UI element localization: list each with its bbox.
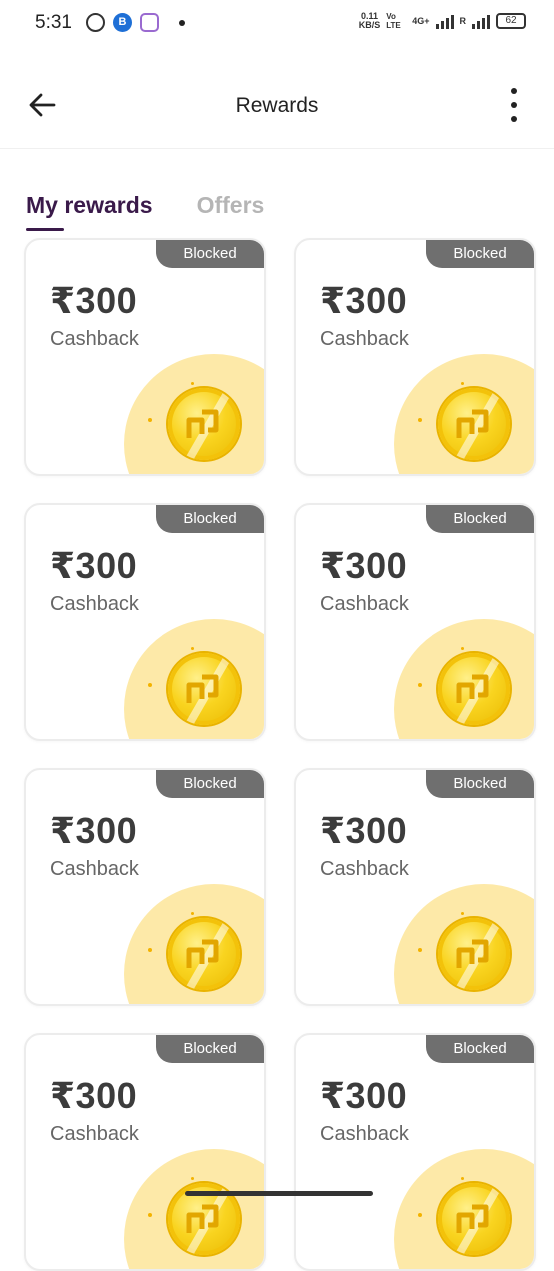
tab-my-rewards[interactable]: My rewards [26, 192, 153, 231]
coin-icon [438, 918, 510, 990]
sparkle-icon [418, 948, 422, 952]
reward-label: Cashback [320, 593, 409, 615]
coin-icon [438, 1183, 510, 1255]
network-speed: 0.11 KB/S [358, 11, 381, 30]
reward-card[interactable]: Blocked ₹300 Cashback [294, 1033, 536, 1271]
coin-icon [168, 653, 240, 725]
sparkle-icon [191, 1177, 194, 1180]
status-badge: Blocked [426, 1035, 534, 1063]
signal-icon-2 [472, 13, 490, 29]
status-badge: Blocked [426, 505, 534, 533]
reward-label: Cashback [320, 328, 409, 350]
reward-card[interactable]: Blocked ₹300 Cashback [294, 768, 536, 1006]
reward-label: Cashback [320, 858, 409, 880]
status-badge: Blocked [156, 1035, 264, 1063]
status-time: 5:31 [35, 12, 72, 33]
status-badge: Blocked [426, 240, 534, 268]
reward-amount: ₹300 [320, 810, 408, 851]
sparkle-icon [191, 647, 194, 650]
reward-amount: ₹300 [320, 280, 408, 321]
b-app-icon: B [113, 13, 132, 32]
reward-amount: ₹300 [320, 545, 408, 586]
reward-card[interactable]: Blocked ₹300 Cashback [24, 238, 266, 476]
reward-label: Cashback [50, 1123, 139, 1145]
reward-amount: ₹300 [50, 280, 138, 321]
reward-amount: ₹300 [50, 545, 138, 586]
sparkle-icon [461, 647, 464, 650]
reward-amount: ₹300 [50, 1075, 138, 1116]
more-vertical-icon [511, 88, 517, 94]
coin-icon [168, 388, 240, 460]
app-bar: Rewards [0, 60, 554, 149]
tab-offers[interactable]: Offers [197, 192, 265, 231]
system-icons: 0.11 KB/S Vo LTE 4G+ R 62 [359, 12, 526, 30]
reward-card[interactable]: Blocked ₹300 Cashback [24, 768, 266, 1006]
network-type: 4G+ [412, 16, 430, 26]
sparkle-icon [191, 912, 194, 915]
coin-icon [438, 388, 510, 460]
reward-card[interactable]: Blocked ₹300 Cashback [294, 503, 536, 741]
status-badge: Blocked [426, 770, 534, 798]
reward-amount: ₹300 [50, 810, 138, 851]
whatsapp-icon [86, 13, 105, 32]
reward-card[interactable]: Blocked ₹300 Cashback [294, 238, 536, 476]
reward-card[interactable]: Blocked ₹300 Cashback [24, 1033, 266, 1271]
sparkle-icon [461, 1177, 464, 1180]
sparkle-icon [461, 912, 464, 915]
sparkle-icon [191, 382, 194, 385]
sparkle-icon [148, 948, 152, 952]
battery-icon: 62 [496, 13, 526, 29]
notification-icons: B [86, 13, 185, 32]
reward-label: Cashback [50, 858, 139, 880]
status-bar: 5:31 B 0.11 KB/S Vo LTE 4G+ R 62 [0, 0, 554, 48]
reward-label: Cashback [50, 593, 139, 615]
sparkle-icon [461, 382, 464, 385]
sparkle-icon [148, 1213, 152, 1217]
coin-icon [438, 653, 510, 725]
coin-icon [168, 918, 240, 990]
more-options-button[interactable] [504, 88, 524, 122]
sparkle-icon [418, 1213, 422, 1217]
reward-label: Cashback [50, 328, 139, 350]
timer-app-icon [140, 13, 159, 32]
sparkle-icon [148, 418, 152, 422]
reward-label: Cashback [320, 1123, 409, 1145]
page-title: Rewards [235, 94, 319, 117]
roaming-icon: R [459, 16, 467, 26]
tab-bar: My rewards Offers [26, 192, 264, 231]
more-notifications-dot-icon [179, 19, 185, 26]
reward-amount: ₹300 [320, 1075, 408, 1116]
reward-card[interactable]: Blocked ₹300 Cashback [24, 503, 266, 741]
home-indicator[interactable] [185, 1191, 373, 1196]
status-badge: Blocked [156, 240, 264, 268]
sparkle-icon [418, 683, 422, 687]
status-badge: Blocked [156, 505, 264, 533]
signal-icon [435, 13, 454, 29]
volte-icon: Vo LTE [386, 12, 401, 30]
sparkle-icon [148, 683, 152, 687]
status-badge: Blocked [156, 770, 264, 798]
sparkle-icon [418, 418, 422, 422]
